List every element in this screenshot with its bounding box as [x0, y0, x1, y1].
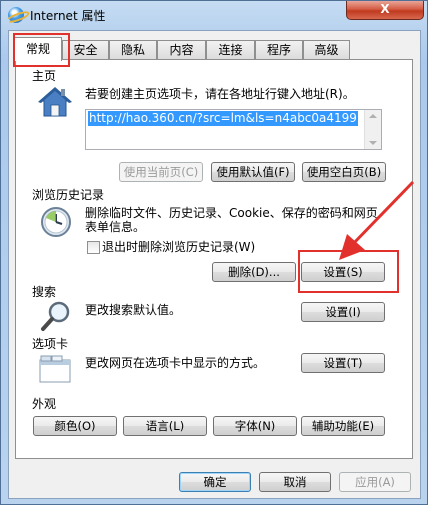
- search-description: 更改搜索默认值。: [85, 303, 182, 317]
- search-section-title: 搜索: [32, 285, 57, 299]
- tabs-settings-button[interactable]: 设置(T): [301, 353, 385, 373]
- use-current-page-button[interactable]: 使用当前页(C): [119, 162, 203, 182]
- url-scrollbar[interactable]: [364, 110, 381, 149]
- fonts-button[interactable]: 字体(N): [213, 416, 297, 436]
- homepage-url-input[interactable]: http://hao.360.cn/?src=lm&ls=n4abc0a4199: [85, 109, 382, 150]
- history-description-line2: 表单信息。: [85, 220, 146, 234]
- history-clock-icon: [39, 205, 73, 239]
- tab-advanced[interactable]: 高级: [303, 40, 350, 59]
- history-section-title: 浏览历史记录: [32, 188, 105, 202]
- tabs-section-title: 选项卡: [32, 337, 69, 351]
- tab-privacy[interactable]: 隐私: [109, 40, 157, 59]
- apply-button[interactable]: 应用(A): [339, 472, 411, 492]
- scroll-down-arrow-icon: [369, 141, 377, 145]
- appearance-section-title: 外观: [32, 397, 57, 411]
- magnifier-icon: [39, 299, 73, 333]
- home-icon: [37, 85, 73, 119]
- cancel-button[interactable]: 取消: [259, 472, 331, 492]
- window-title: Internet 属性: [30, 9, 106, 23]
- tab-connections[interactable]: 连接: [206, 40, 255, 59]
- tabbed-window-icon: [38, 352, 72, 386]
- scroll-up-arrow-icon: [369, 114, 377, 118]
- close-button[interactable]: X: [346, 1, 424, 20]
- homepage-section-title: 主页: [32, 69, 57, 83]
- homepage-url-text: http://hao.360.cn/?src=lm&ls=n4abc0a4199: [88, 111, 358, 126]
- accessibility-button[interactable]: 辅助功能(E): [301, 416, 385, 436]
- ok-button[interactable]: 确定: [179, 472, 251, 492]
- delete-history-on-exit-checkbox[interactable]: [87, 241, 100, 254]
- tabs-description: 更改网页在选项卡中显示的方式。: [85, 356, 266, 370]
- languages-button[interactable]: 语言(L): [123, 416, 207, 436]
- annotation-arrow-icon: [339, 180, 415, 260]
- tab-content[interactable]: 内容: [157, 40, 206, 59]
- annotation-box-general-tab: [13, 33, 70, 67]
- delete-history-button[interactable]: 删除(D)...: [212, 262, 296, 282]
- search-settings-button[interactable]: 设置(I): [301, 302, 385, 322]
- homepage-description: 若要创建主页选项卡，请在各地址行键入地址(R)。: [85, 87, 355, 101]
- internet-explorer-icon: [8, 7, 24, 23]
- delete-history-on-exit-label[interactable]: 退出时删除浏览历史记录(W): [102, 240, 255, 254]
- internet-properties-window: Internet 属性 X 常规 安全 隐私 内容 连接 程序 高级 主页 若要…: [0, 0, 428, 505]
- tab-programs[interactable]: 程序: [255, 40, 303, 59]
- colors-button[interactable]: 颜色(O): [33, 416, 117, 436]
- use-default-button[interactable]: 使用默认值(F): [211, 162, 295, 182]
